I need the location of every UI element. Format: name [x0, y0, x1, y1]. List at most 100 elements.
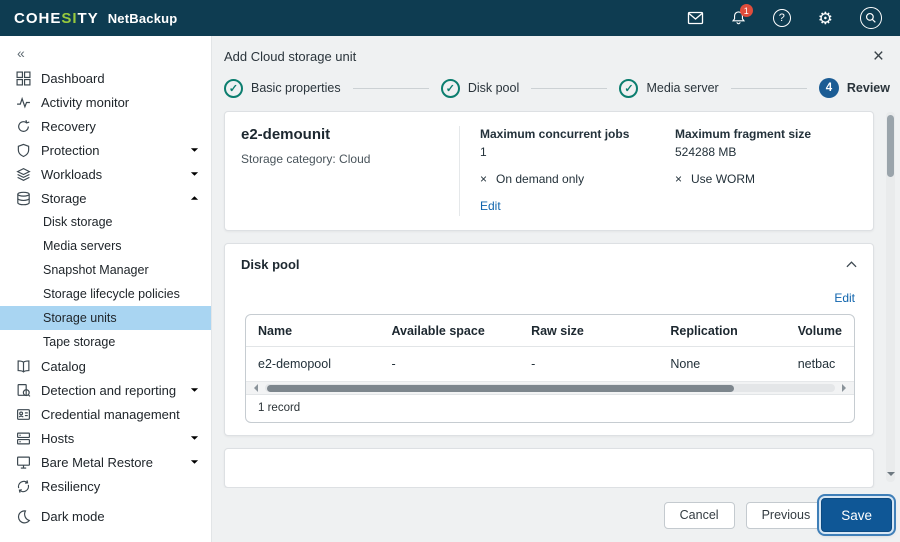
sidebar-item-dashboard[interactable]: Dashboard	[0, 66, 211, 90]
sidebar-item-label: Media servers	[43, 239, 122, 253]
step-review[interactable]: 4 Review	[819, 78, 890, 98]
step-basic-properties[interactable]: ✓ Basic properties	[224, 79, 341, 98]
recovery-icon	[16, 119, 31, 134]
sidebar-item-label: Recovery	[41, 119, 96, 134]
scroll-left-arrow-icon[interactable]	[250, 384, 258, 392]
brand-accent-text: SI	[61, 10, 77, 27]
column-header-replication: Replication	[658, 315, 785, 347]
sidebar-item-label: Detection and reporting	[41, 383, 176, 398]
settings-gear-icon[interactable]: ⚙	[818, 10, 833, 27]
cross-icon: ×	[675, 172, 682, 186]
sidebar-item-resiliency[interactable]: Resiliency	[0, 474, 211, 498]
sidebar-item-hosts[interactable]: Hosts	[0, 426, 211, 450]
chevron-down-icon	[190, 459, 199, 465]
dashboard-icon	[16, 71, 31, 86]
panel-header: Add Cloud storage unit ×	[212, 36, 900, 70]
sidebar-item-storage-lifecycle-policies[interactable]: Storage lifecycle policies	[0, 282, 211, 306]
wizard-stepper: ✓ Basic properties ✓ Disk pool ✓ Media s…	[212, 70, 900, 108]
horizontal-scroll-track[interactable]	[265, 384, 835, 392]
table-row[interactable]: e2-demopool - - None netbac	[246, 347, 854, 382]
collapse-chevron-up-icon[interactable]	[846, 261, 857, 268]
sidebar-item-recovery[interactable]: Recovery	[0, 114, 211, 138]
chevron-up-icon	[190, 195, 199, 201]
step-label: Review	[847, 81, 890, 95]
disk-pool-header: Disk pool	[241, 257, 857, 272]
edit-disk-pool-link[interactable]: Edit	[834, 291, 855, 305]
help-glyph: ?	[779, 12, 785, 24]
sidebar-item-detection-and-reporting[interactable]: Detection and reporting	[0, 378, 211, 402]
sidebar-item-label: Snapshot Manager	[43, 263, 149, 277]
sidebar-item-bare-metal-restore[interactable]: Bare Metal Restore	[0, 450, 211, 474]
sidebar-item-tape-storage[interactable]: Tape storage	[0, 330, 211, 354]
sidebar-item-label: Disk storage	[43, 215, 112, 229]
column-header-raw-size: Raw size	[519, 315, 658, 347]
stepper-connector	[731, 88, 807, 89]
sidebar-item-activity-monitor[interactable]: Activity monitor	[0, 90, 211, 114]
summary-details: Maximum concurrent jobs 1 Maximum fragme…	[480, 126, 857, 216]
sidebar-item-label: Storage	[41, 191, 87, 206]
cross-icon: ×	[480, 172, 487, 186]
sidebar-item-catalog[interactable]: Catalog	[0, 354, 211, 378]
field-label: Maximum concurrent jobs	[480, 127, 675, 141]
flag-label: On demand only	[496, 172, 584, 186]
cell-raw-size: -	[519, 347, 658, 382]
cancel-button[interactable]: Cancel	[664, 502, 735, 529]
storage-category: Storage category: Cloud	[241, 152, 459, 166]
sidebar-item-snapshot-manager[interactable]: Snapshot Manager	[0, 258, 211, 282]
hosts-icon	[16, 431, 31, 446]
sidebar-item-label: Bare Metal Restore	[41, 455, 153, 470]
activity-icon	[16, 95, 31, 110]
sidebar-item-credential-management[interactable]: Credential management	[0, 402, 211, 426]
search-icon[interactable]	[860, 7, 882, 29]
dark-mode-label: Dark mode	[41, 509, 105, 524]
use-worm-flag: × Use WORM	[675, 172, 857, 186]
save-button[interactable]: Save	[821, 498, 892, 532]
sidebar-item-label: Credential management	[41, 407, 180, 422]
close-icon[interactable]: ×	[873, 47, 884, 66]
sidebar-collapse-button[interactable]: «	[0, 36, 211, 66]
help-icon[interactable]: ?	[773, 9, 791, 27]
sidebar-item-disk-storage[interactable]: Disk storage	[0, 210, 211, 234]
cell-name: e2-demopool	[246, 347, 379, 382]
sidebar-item-workloads[interactable]: Workloads	[0, 162, 211, 186]
sidebar: « Dashboard Activity monitor Recovery Pr…	[0, 36, 212, 542]
scroll-right-arrow-icon[interactable]	[842, 384, 850, 392]
field-value: 524288 MB	[675, 145, 857, 159]
sidebar-item-label: Hosts	[41, 431, 74, 446]
edit-basic-properties-link[interactable]: Edit	[480, 199, 501, 213]
vertical-scrollbar[interactable]	[886, 112, 895, 482]
basic-properties-summary-card: e2-demounit Storage category: Cloud Maxi…	[224, 111, 874, 231]
sidebar-item-media-servers[interactable]: Media servers	[0, 234, 211, 258]
horizontal-scrollbar[interactable]	[246, 381, 854, 394]
detection-icon	[16, 383, 31, 398]
step-check-icon: ✓	[619, 79, 638, 98]
sidebar-item-protection[interactable]: Protection	[0, 138, 211, 162]
dark-mode-toggle[interactable]: Dark mode	[0, 504, 211, 542]
scroll-down-arrow-icon[interactable]	[887, 472, 895, 480]
sidebar-item-storage-units[interactable]: Storage units	[0, 306, 211, 330]
workloads-icon	[16, 167, 31, 182]
sidebar-item-label: Workloads	[41, 167, 102, 182]
resiliency-icon	[16, 479, 31, 494]
sidebar-item-storage[interactable]: Storage	[0, 186, 211, 210]
step-disk-pool[interactable]: ✓ Disk pool	[441, 79, 519, 98]
record-count: 1 record	[246, 394, 854, 422]
previous-button[interactable]: Previous	[746, 502, 827, 529]
catalog-icon	[16, 359, 31, 374]
table-header-row: Name Available space Raw size Replicatio…	[246, 315, 854, 347]
cohesity-logo: COHESITY	[14, 10, 99, 27]
vertical-scroll-thumb[interactable]	[887, 115, 894, 177]
step-media-server[interactable]: ✓ Media server	[619, 79, 718, 98]
moon-icon	[16, 509, 31, 524]
step-label: Basic properties	[251, 81, 341, 95]
step-check-icon: ✓	[224, 79, 243, 98]
sidebar-item-label: Protection	[41, 143, 100, 158]
review-scroll-area: e2-demounit Storage category: Cloud Maxi…	[212, 108, 900, 488]
disk-pool-card: Disk pool Edit Name Available space Raw …	[224, 243, 874, 436]
horizontal-scroll-thumb[interactable]	[267, 385, 734, 392]
messages-icon[interactable]	[687, 11, 704, 25]
notifications-bell-icon[interactable]: 1	[731, 10, 746, 26]
credential-icon	[16, 407, 31, 422]
disk-pool-title: Disk pool	[241, 257, 300, 272]
field-label: Maximum fragment size	[675, 127, 857, 141]
